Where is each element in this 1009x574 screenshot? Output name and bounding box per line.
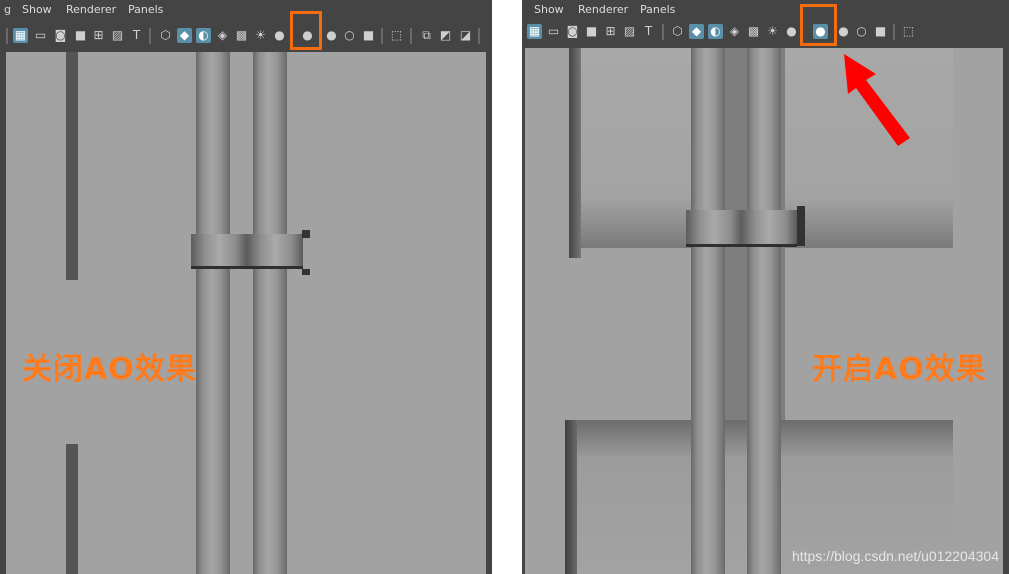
camera-icon[interactable]: ◙ (53, 28, 68, 43)
checker-icon[interactable]: ▩ (746, 24, 761, 39)
toolbar-separator (410, 28, 412, 44)
pipe-clamp-right (247, 234, 303, 269)
wall-edge (66, 444, 78, 574)
text-icon[interactable]: T (641, 24, 656, 39)
lights-icon[interactable]: ☀ (765, 24, 780, 39)
ao-button-highlight (800, 4, 837, 46)
panel-menubar: Show Renderer Panels (522, 0, 1009, 18)
grid-icon[interactable]: ▦ (527, 24, 542, 39)
clamp-tab (302, 269, 310, 275)
checker-icon[interactable]: ▩ (234, 28, 249, 43)
isolate-icon[interactable]: ■ (873, 24, 888, 39)
text-icon[interactable]: T (129, 28, 144, 43)
watermark-text: https://blog.csdn.net/u012204304 (791, 548, 999, 564)
motion-blur-icon[interactable]: ● (836, 24, 851, 39)
viewport-ao-off[interactable] (6, 52, 486, 574)
field-chart-icon[interactable]: ⊞ (91, 28, 106, 43)
menu-panels[interactable]: Panels (640, 3, 675, 16)
clamp-tab (797, 206, 805, 246)
toolbar-separator (149, 28, 151, 44)
pipe-left (196, 52, 230, 574)
panel-toolbar: ▦ ▭ ◙ ■ ⊞ ▨ T ⬡ ◆ ◐ ◈ ▩ ☀ ● ● ● ○ ■ ⬚ ⧉ … (0, 25, 492, 47)
isolate-icon[interactable]: ■ (361, 28, 376, 43)
field-chart-icon[interactable]: ⊞ (603, 24, 618, 39)
toolbar-separator (662, 24, 664, 40)
menu-show[interactable]: Show (22, 3, 52, 16)
shade-wireframe-icon[interactable]: ◐ (708, 24, 723, 39)
pipe-left (691, 48, 725, 574)
toolbar-separator (478, 28, 480, 44)
viewport-panel-ao-on: Show Renderer Panels ▦ ▭ ◙ ■ ⊞ ▨ T ⬡ ◆ ◐… (522, 0, 1009, 574)
select-icon[interactable]: ⬚ (389, 28, 404, 43)
shadows-icon[interactable]: ● (784, 24, 799, 39)
textured-icon[interactable]: ◈ (215, 28, 230, 43)
image-plane-icon[interactable]: ▨ (622, 24, 637, 39)
caption-ao-on: 开启AO效果 (812, 352, 987, 387)
toolbar-separator (381, 28, 383, 44)
wall-edge-shadow (565, 420, 577, 574)
pipe-right (253, 52, 287, 574)
pipe-clamp-left (686, 210, 742, 247)
shade-wireframe-icon[interactable]: ◐ (196, 28, 211, 43)
menu-renderer[interactable]: Renderer (578, 3, 628, 16)
shadows-icon[interactable]: ● (272, 28, 287, 43)
anti-alias-icon[interactable]: ○ (342, 28, 357, 43)
menu-show[interactable]: Show (534, 3, 564, 16)
red-arrow-icon (844, 54, 910, 146)
lights-icon[interactable]: ☀ (253, 28, 268, 43)
image-plane-icon[interactable]: ▨ (110, 28, 125, 43)
ao-button-highlight (290, 11, 322, 50)
wireframe-icon[interactable]: ⬡ (158, 28, 173, 43)
smooth-shade-icon[interactable]: ◆ (689, 24, 704, 39)
clamp-tab (302, 230, 310, 238)
wall-edge-shadow (569, 48, 581, 258)
caption-ao-off: 关闭AO效果 (22, 352, 197, 387)
menu-panels[interactable]: Panels (128, 3, 163, 16)
pipe-clamp-right (741, 210, 797, 247)
motion-blur-icon[interactable]: ● (324, 28, 339, 43)
select-icon[interactable]: ⬚ (901, 24, 916, 39)
panel-menubar: g Show Renderer Panels (0, 0, 492, 18)
pipe-right (747, 48, 781, 574)
wireframe-icon[interactable]: ⬡ (670, 24, 685, 39)
film-gate-icon[interactable]: ▭ (33, 28, 48, 43)
panel-toolbar: ▦ ▭ ◙ ■ ⊞ ▨ T ⬡ ◆ ◐ ◈ ▩ ☀ ● ● ● ○ ■ ⬚ (522, 21, 1009, 43)
pipe-clamp-left (191, 234, 247, 269)
toolbar-separator (6, 28, 8, 44)
film-gate-icon[interactable]: ▭ (546, 24, 561, 39)
smooth-shade-icon[interactable]: ◆ (177, 28, 192, 43)
menu-item-truncated[interactable]: g (4, 3, 11, 16)
xray-icon[interactable]: ⧉ (419, 28, 434, 43)
camera-icon[interactable]: ◙ (565, 24, 580, 39)
viewport-ao-on[interactable] (525, 48, 1003, 574)
wall-edge (66, 52, 78, 280)
menu-renderer[interactable]: Renderer (66, 3, 116, 16)
textured-icon[interactable]: ◈ (727, 24, 742, 39)
viewport-panel-ao-off: g Show Renderer Panels ▦ ▭ ◙ ■ ⊞ ▨ T ⬡ ◆… (0, 0, 492, 574)
xray-joints-icon[interactable]: ◩ (438, 28, 453, 43)
resolution-icon[interactable]: ■ (584, 24, 599, 39)
resolution-icon[interactable]: ■ (73, 28, 88, 43)
toolbar-separator (893, 24, 895, 40)
anti-alias-icon[interactable]: ○ (854, 24, 869, 39)
xray-components-icon[interactable]: ◪ (458, 28, 473, 43)
grid-icon[interactable]: ▦ (13, 28, 28, 43)
